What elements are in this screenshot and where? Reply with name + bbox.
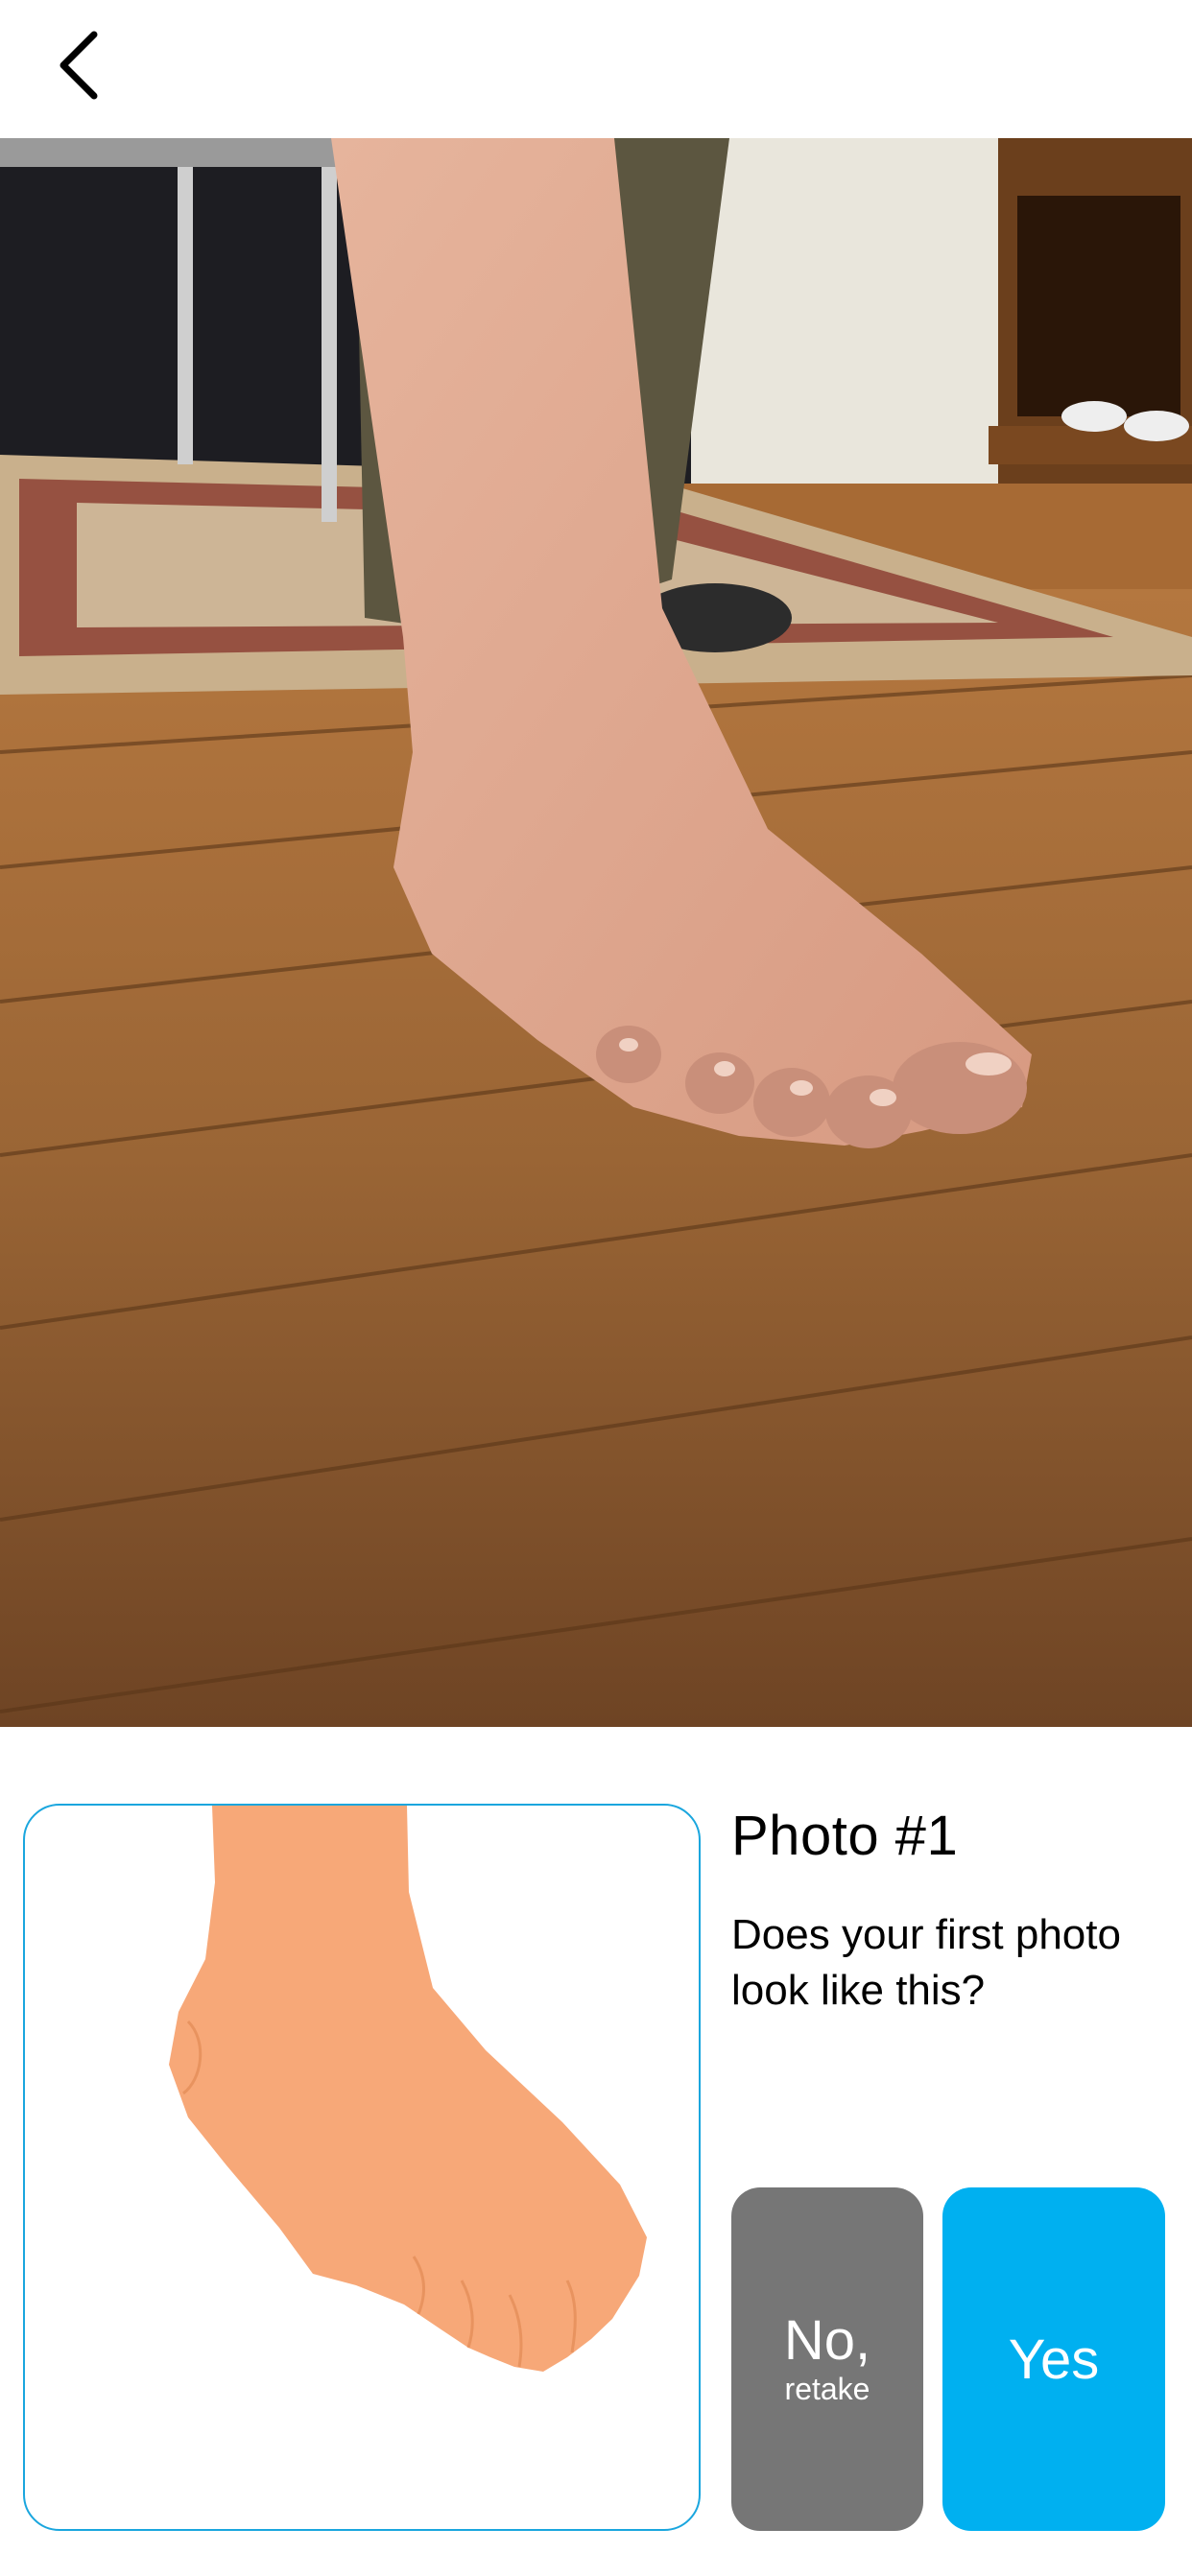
- retake-sublabel: retake: [784, 2372, 870, 2406]
- yes-button[interactable]: Yes: [942, 2187, 1165, 2531]
- confirmation-question: Does your first photo look like this?: [731, 1911, 1121, 2014]
- no-retake-button[interactable]: No, retake: [731, 2187, 923, 2531]
- foot-illustration: [169, 1806, 647, 2372]
- example-photo-card: [23, 1804, 701, 2531]
- back-button[interactable]: [48, 27, 115, 104]
- photo-title: Photo #1: [731, 1805, 959, 1867]
- chevron-left-icon: [60, 31, 98, 100]
- yes-button-label: Yes: [1008, 2328, 1100, 2391]
- top-nav-bar: [0, 0, 1192, 138]
- no-button-label: No,: [783, 2309, 871, 2372]
- captured-foot-photo: [0, 138, 1192, 1727]
